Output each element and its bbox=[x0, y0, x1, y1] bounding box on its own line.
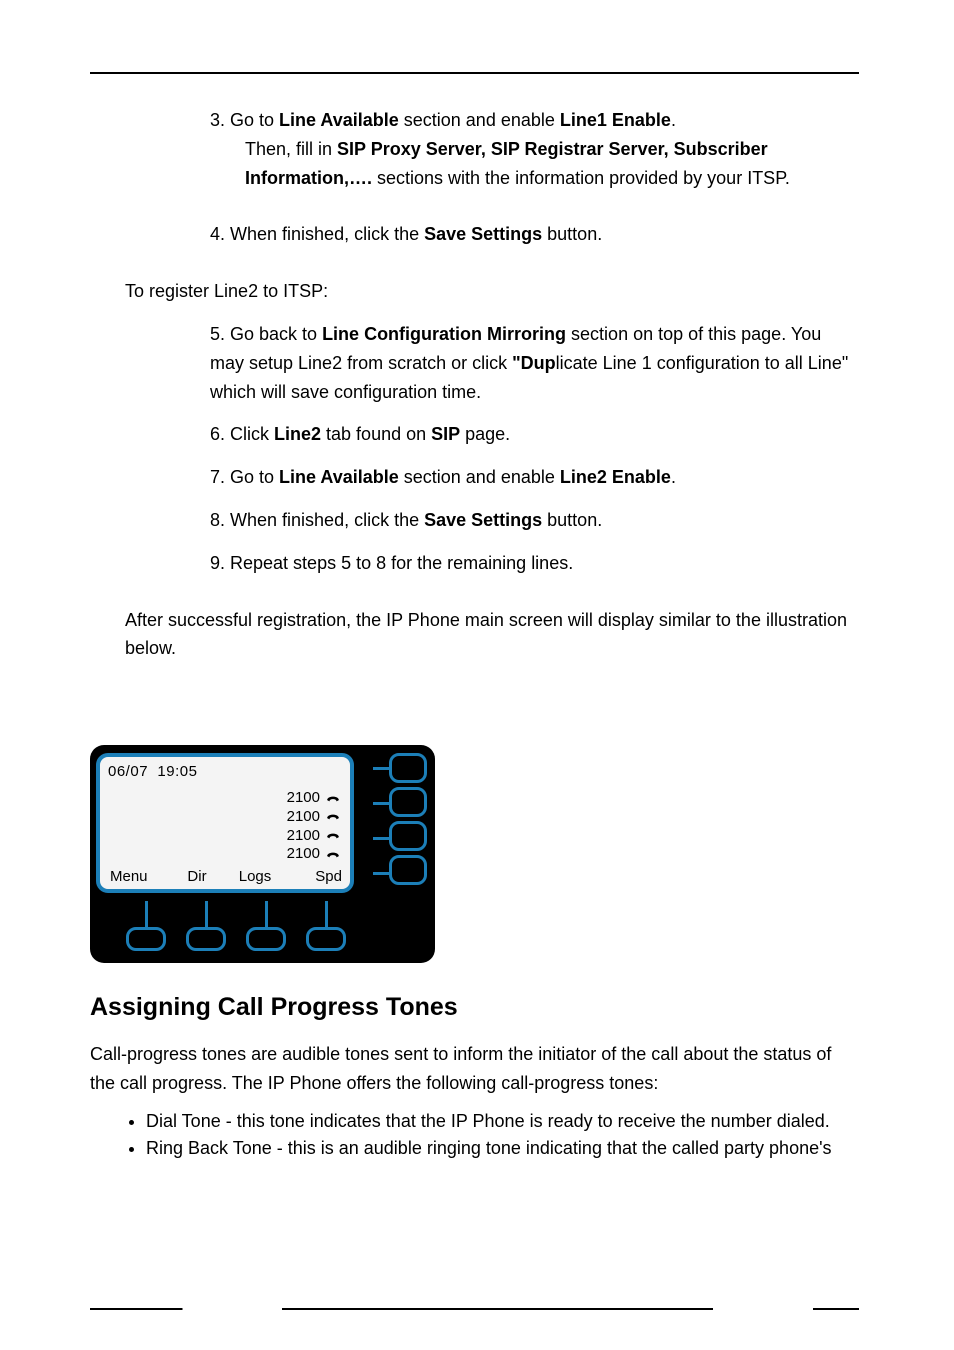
phone-datetime: 06/07 19:05 bbox=[108, 763, 344, 780]
step8-post: button. bbox=[542, 510, 602, 530]
step-3a: 3. Go to Line Available section and enab… bbox=[90, 106, 859, 135]
step7-pre: 7. Go to bbox=[210, 467, 279, 487]
step-6: 6. Click Line2 tab found on SIP page. bbox=[90, 420, 859, 449]
line-connector bbox=[373, 837, 389, 840]
line-connector bbox=[373, 872, 389, 875]
handset-icon bbox=[326, 850, 340, 860]
step3-pre2: Then, fill in bbox=[245, 139, 337, 159]
step-5: 5. Go back to Line Configuration Mirrori… bbox=[90, 320, 859, 406]
tone-dial: Dial Tone - this tone indicates that the… bbox=[146, 1108, 859, 1135]
phone-line-3: 2100 bbox=[287, 827, 340, 846]
phone-line-list: 2100 2100 2100 2100 bbox=[287, 789, 340, 864]
line-button-1 bbox=[389, 753, 427, 783]
softkey-button-2 bbox=[186, 901, 226, 951]
softkey-button-4 bbox=[306, 901, 346, 951]
handset-icon bbox=[326, 831, 340, 841]
softkey-button-1 bbox=[126, 901, 166, 951]
handset-icon bbox=[326, 812, 340, 822]
phone-line-1: 2100 bbox=[287, 789, 340, 808]
line-button-3 bbox=[389, 821, 427, 851]
tone-list: Dial Tone - this tone indicates that the… bbox=[90, 1108, 859, 1162]
step3-post2: sections with the information provided b… bbox=[372, 168, 790, 188]
step6-pre: 6. Click bbox=[210, 424, 274, 444]
tone-ringback: Ring Back Tone - this is an audible ring… bbox=[146, 1135, 859, 1162]
step6-post: page. bbox=[460, 424, 510, 444]
softkey-spd: Spd bbox=[284, 868, 344, 885]
step-8: 8. When finished, click the Save Setting… bbox=[90, 506, 859, 535]
handset-icon bbox=[326, 794, 340, 804]
step-4: 4. When finished, click the Save Setting… bbox=[90, 220, 859, 249]
note: After successful registration, the IP Ph… bbox=[90, 606, 859, 664]
line-connector bbox=[373, 767, 389, 770]
phone-illustration: 06/07 19:05 2100 2100 2100 2100 Menu Dir… bbox=[90, 745, 435, 963]
step-7: 7. Go to Line Available section and enab… bbox=[90, 463, 859, 492]
step8-b: Save Settings bbox=[424, 510, 542, 530]
phone-line-3-num: 2100 bbox=[287, 827, 320, 846]
line-button-2 bbox=[389, 787, 427, 817]
softkey-button-3 bbox=[246, 901, 286, 951]
phone-line-2-num: 2100 bbox=[287, 808, 320, 827]
phone-softkey-buttons bbox=[96, 893, 429, 955]
step3-b1: Line Available bbox=[279, 110, 399, 130]
phone-line-1-num: 2100 bbox=[287, 789, 320, 808]
phone-time: 19:05 bbox=[157, 763, 197, 780]
step-9: 9. Repeat steps 5 to 8 for the remaining… bbox=[90, 549, 859, 578]
phone-softkey-labels: Menu Dir Logs Spd bbox=[100, 868, 350, 885]
phone-screen: 06/07 19:05 2100 2100 2100 2100 Menu Dir… bbox=[96, 753, 354, 893]
step3-pre1: 3. Go to bbox=[210, 110, 279, 130]
section-intro: Call-progress tones are audible tones se… bbox=[90, 1040, 859, 1098]
phone-date: 06/07 bbox=[108, 763, 148, 780]
line-button-4 bbox=[389, 855, 427, 885]
step5-b2: "Dup bbox=[512, 353, 556, 373]
step6-b1: Line2 bbox=[274, 424, 321, 444]
step6-mid: tab found on bbox=[321, 424, 431, 444]
phone-side-buttons bbox=[389, 753, 427, 885]
step7-b1: Line Available bbox=[279, 467, 399, 487]
step4-post: button. bbox=[542, 224, 602, 244]
step4-b: Save Settings bbox=[424, 224, 542, 244]
step6-b2: SIP bbox=[431, 424, 460, 444]
step3-b2: Line1 Enable bbox=[560, 110, 671, 130]
phone-line-2: 2100 bbox=[287, 808, 340, 827]
section-heading: Assigning Call Progress Tones bbox=[90, 993, 859, 1022]
softkey-menu: Menu bbox=[106, 868, 168, 885]
page-bottom-rule bbox=[90, 1308, 859, 1310]
step7-mid: section and enable bbox=[399, 467, 560, 487]
step8-pre: 8. When finished, click the bbox=[210, 510, 424, 530]
phone-line-4-num: 2100 bbox=[287, 845, 320, 864]
step5-pre: 5. Go back to bbox=[210, 324, 322, 344]
line-connector bbox=[373, 802, 389, 805]
register-line2-head: To register Line2 to ITSP: bbox=[90, 277, 859, 306]
step5-b1: Line Configuration Mirroring bbox=[322, 324, 566, 344]
phone-line-4: 2100 bbox=[287, 845, 340, 864]
step4-pre: 4. When finished, click the bbox=[210, 224, 424, 244]
step3-post1: . bbox=[671, 110, 676, 130]
softkey-dir: Dir bbox=[168, 868, 226, 885]
step3-mid1: section and enable bbox=[399, 110, 560, 130]
step7-b2: Line2 Enable bbox=[560, 467, 671, 487]
softkey-logs: Logs bbox=[226, 868, 284, 885]
step7-post: . bbox=[671, 467, 676, 487]
step-3b: Then, fill in SIP Proxy Server, SIP Regi… bbox=[90, 135, 859, 193]
